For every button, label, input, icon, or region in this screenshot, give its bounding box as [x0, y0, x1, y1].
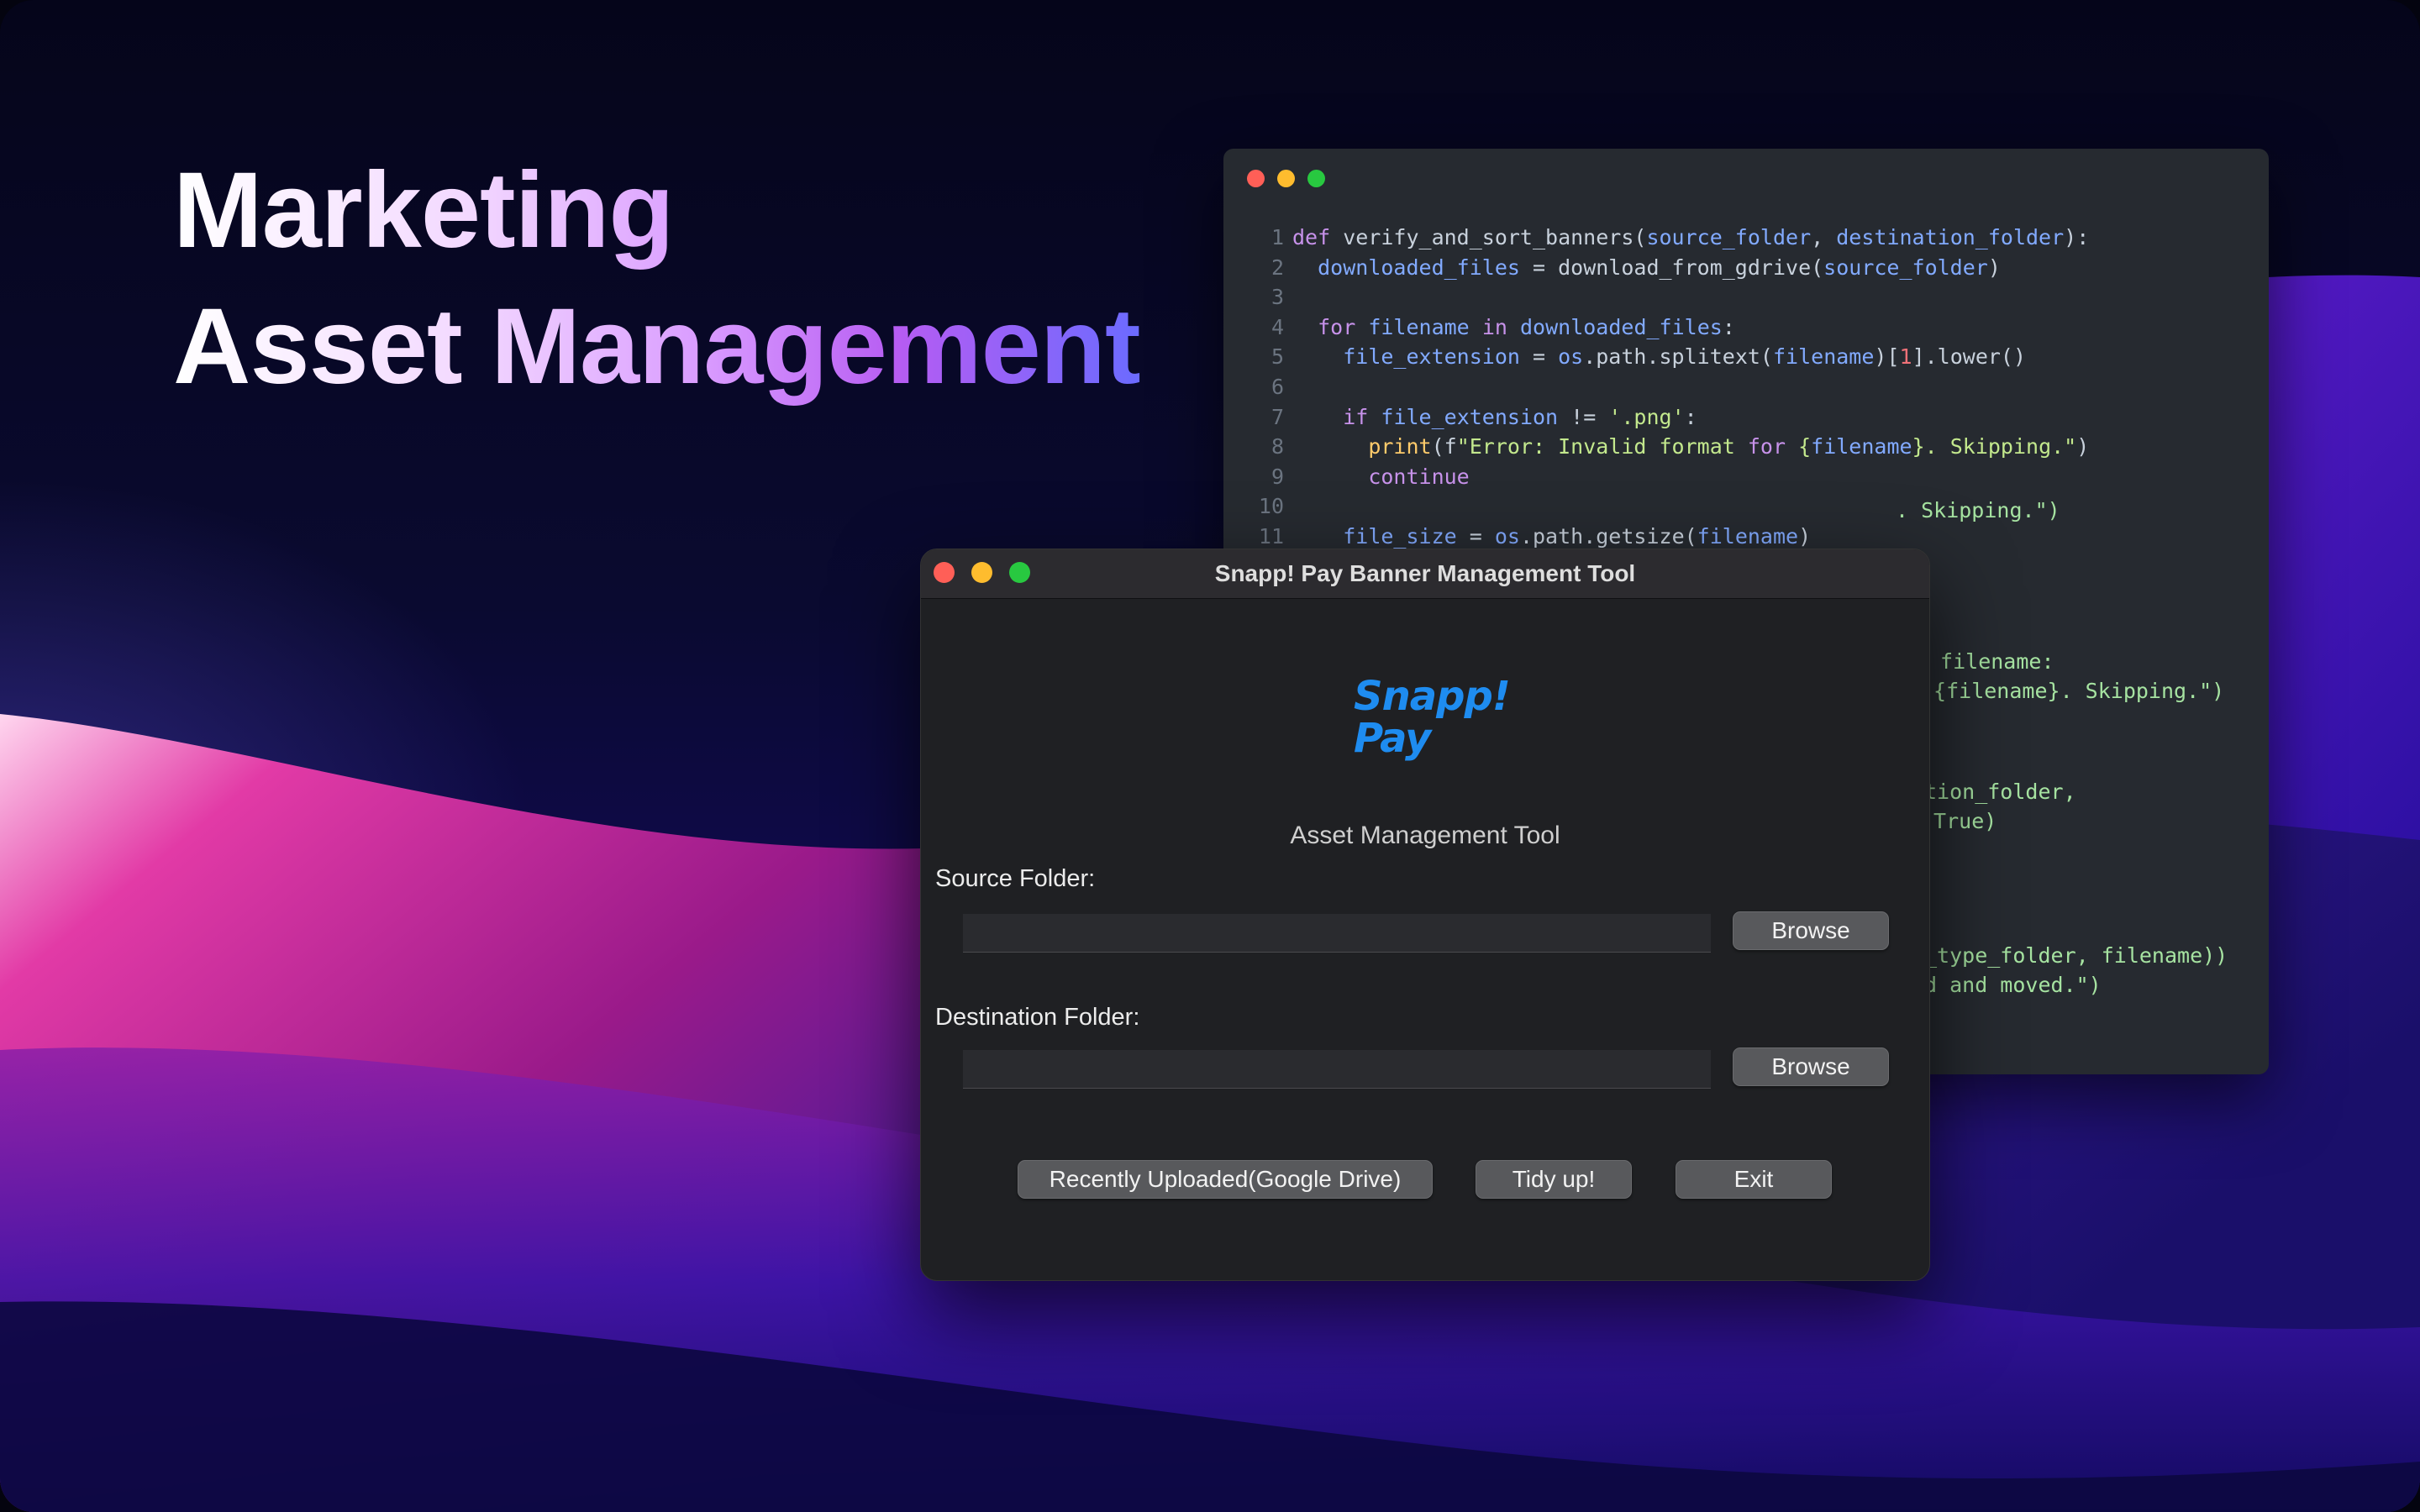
window-title: Snapp! Pay Banner Management Tool [1214, 560, 1636, 586]
source-folder-input[interactable] [963, 914, 1711, 953]
code-text: for filename in downloaded_files: [1318, 314, 1735, 339]
line-number: 5 [1270, 344, 1284, 370]
line-number: 10 [1258, 494, 1284, 519]
line-number: 8 [1270, 434, 1284, 459]
destination-folder-input[interactable] [963, 1050, 1711, 1089]
code-text: if file_extension != '.png': [1343, 404, 1697, 429]
destination-browse-button[interactable]: Browse [1733, 1047, 1889, 1086]
code-text: print(f"Error: Invalid format for {filen… [1368, 434, 2090, 459]
hero-heading: Marketing Asset Management [173, 143, 1140, 415]
code-line-partial: d and moved.") [1924, 973, 2102, 997]
line-number: 4 [1270, 314, 1284, 339]
close-icon[interactable] [1247, 170, 1265, 187]
code-line-partial: _type_folder, filename)) [1924, 943, 2228, 968]
line-number: 6 [1270, 374, 1284, 399]
maximize-icon[interactable] [1307, 170, 1325, 187]
code-line: 9 continue [1223, 462, 2089, 492]
code-line: 1 def verify_and_sort_banners(source_fold… [1223, 223, 2089, 253]
code-line-partial: tion_folder, [1924, 780, 2076, 804]
code-text: continue [1368, 464, 1470, 489]
line-number: 11 [1258, 523, 1284, 549]
code-text: file_size = os.path.getsize(filename) [1343, 523, 1812, 549]
logo-line-1: Snapp! [1354, 673, 1511, 720]
code-line: 11 file_size = os.path.getsize(filename) [1223, 522, 2089, 552]
snapp-pay-logo: Snapp! Pay [1354, 673, 1511, 762]
hero-line-2: Asset Management [173, 286, 1140, 407]
code-line: 5 file_extension = os.path.splitext(file… [1223, 342, 2089, 372]
code-line: 7 if file_extension != '.png': [1223, 402, 2089, 433]
hero-line-1: Marketing [173, 150, 674, 270]
code-line-partial: . Skipping.") [1896, 498, 2060, 522]
code-line-partial: {filename}. Skipping.") [1921, 679, 2225, 703]
source-folder-label: Source Folder: [935, 865, 1096, 892]
code-text: downloaded_files = download_from_gdrive(… [1318, 255, 2001, 280]
recently-uploaded-button[interactable]: Recently Uploaded(Google Drive) [1018, 1160, 1433, 1199]
app-subtitle: Asset Management Tool [1290, 822, 1560, 849]
line-number: 3 [1270, 285, 1284, 310]
code-text: def verify_and_sort_banners(source_folde… [1292, 225, 2090, 249]
exit-button[interactable]: Exit [1676, 1160, 1832, 1199]
source-browse-button[interactable]: Browse [1733, 911, 1889, 950]
destination-folder-label: Destination Folder: [935, 1004, 1140, 1031]
line-number: 2 [1270, 255, 1284, 280]
line-number: 9 [1270, 464, 1284, 489]
minimize-icon[interactable] [1277, 170, 1295, 187]
tidy-up-button[interactable]: Tidy up! [1476, 1160, 1632, 1199]
logo-line-2: Pay [1354, 715, 1431, 762]
code-line: 6 [1223, 372, 2089, 402]
app-window: Snapp! Pay Banner Management Tool Snapp!… [920, 549, 1930, 1281]
code-line: 8 print(f"Error: Invalid format for {fil… [1223, 432, 2089, 462]
code-line-partial: True) [1921, 809, 1997, 833]
code-line: 2 downloaded_files = download_from_gdriv… [1223, 253, 2089, 283]
code-line-partial: filename: [1928, 649, 2054, 674]
title-bar[interactable]: Snapp! Pay Banner Management Tool [921, 549, 1929, 599]
code-line: 4 for filename in downloaded_files: [1223, 312, 2089, 343]
window-controls [1247, 170, 1325, 187]
code-text: file_extension = os.path.splitext(filena… [1343, 344, 2027, 370]
line-number: 7 [1270, 404, 1284, 429]
line-number: 1 [1270, 225, 1284, 249]
code-line: 3 [1223, 282, 2089, 312]
